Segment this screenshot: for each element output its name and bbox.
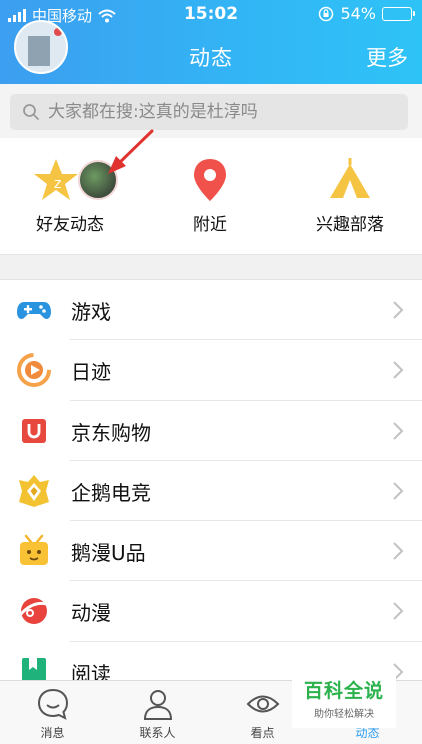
list-item-anime[interactable]: 动漫	[0, 581, 422, 642]
play-circle-icon	[17, 353, 51, 388]
star-icon: z	[34, 159, 78, 200]
chevron-right-icon	[393, 602, 404, 621]
chevron-right-icon	[393, 482, 404, 500]
chevron-right-icon	[393, 421, 404, 440]
quick-label: 附近	[193, 215, 227, 235]
top-header: 中国移动 15:02 54% 动态 更多	[0, 0, 422, 84]
more-button[interactable]: 更多	[366, 42, 408, 72]
list-item-label: 企鹅电竞	[71, 480, 151, 505]
quick-actions: z 好友动态 附近 兴趣部落	[0, 138, 422, 254]
list-item-label: 日迹	[71, 360, 111, 385]
eye-icon	[246, 695, 279, 713]
list-item-label: 京东购物	[71, 420, 151, 445]
contacts-person-icon	[143, 690, 172, 720]
watermark-logo: 百科全说 助你轻松解决	[292, 672, 396, 728]
watermark-main: 百科全说	[303, 680, 384, 702]
search-input[interactable]	[48, 102, 388, 122]
gift-box-icon	[20, 534, 48, 566]
search-icon	[23, 104, 39, 120]
list-item-goose-manga-u[interactable]: 鹅漫U品	[0, 521, 422, 582]
chevron-right-icon	[393, 542, 404, 560]
svg-text:z: z	[54, 176, 61, 192]
quick-interest-tribe[interactable]: 兴趣部落	[280, 138, 420, 254]
section-divider	[0, 254, 422, 280]
list-item-game[interactable]: 游戏	[0, 280, 422, 341]
rotation-lock-icon	[319, 6, 334, 21]
tab-label: 联系人	[139, 726, 176, 740]
tab-messages[interactable]: 消息	[0, 681, 105, 744]
list-item-jd-shopping[interactable]: 京东购物	[0, 400, 422, 461]
battery-percent: 54%	[340, 4, 376, 23]
list-item-daily-trace[interactable]: 日迹	[0, 340, 422, 401]
search-bar[interactable]	[10, 94, 408, 130]
search-area	[0, 84, 422, 138]
list-item-penguin-esports[interactable]: 企鹅电竞	[0, 460, 422, 522]
list-item-label: 游戏	[71, 300, 111, 324]
esports-crown-icon	[19, 474, 49, 507]
watermark-sub: 助你轻松解决	[314, 709, 374, 720]
tab-label: 消息	[40, 726, 65, 740]
annotation-arrow-icon	[108, 129, 154, 174]
chevron-right-icon	[393, 361, 404, 380]
tab-contacts[interactable]: 联系人	[105, 681, 210, 744]
tent-icon	[330, 158, 370, 198]
quick-nearby[interactable]: 附近	[140, 138, 280, 254]
comic-icon	[18, 598, 51, 625]
location-pin-icon	[194, 159, 226, 201]
message-bubble-icon	[37, 688, 68, 720]
jd-bag-icon	[22, 418, 46, 443]
status-right: 54%	[318, 4, 415, 23]
chevron-right-icon	[393, 301, 404, 319]
list-item-label: 鹅漫U品	[71, 541, 146, 566]
feature-list: 游戏 日迹 京东购物 企鹅电竞 鹅漫U品 动漫 阅读	[0, 280, 422, 703]
list-item-label: 动漫	[71, 601, 111, 626]
quick-label: 兴趣部落	[316, 215, 384, 235]
battery-icon	[382, 6, 415, 21]
gamepad-icon	[17, 302, 51, 320]
status-bar: 中国移动 15:02 54%	[0, 0, 422, 28]
page-title: 动态	[189, 46, 233, 70]
quick-label: 好友动态	[36, 215, 104, 235]
